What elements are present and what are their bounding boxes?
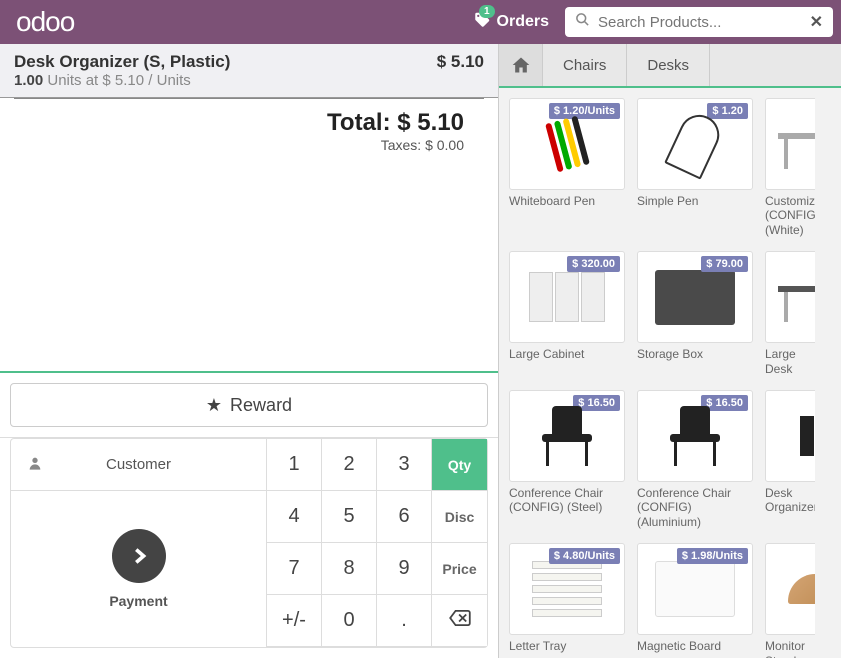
product-monitor-stand[interactable]: Monitor Stand [765,543,815,658]
category-desks[interactable]: Desks [627,44,710,86]
tax-value: $ 0.00 [425,137,464,153]
total-value: $ 5.10 [397,109,464,136]
numpad-4[interactable]: 4 [267,491,322,543]
numpad-9[interactable]: 9 [377,543,432,595]
numpad-disc[interactable]: Disc [432,491,487,543]
product-large-desk[interactable]: Large Desk [765,251,815,376]
customer-button[interactable]: Customer [11,439,266,491]
total-label: Total: [327,109,391,136]
orderline-product-name: Desk Organizer (S, Plastic) [14,52,230,72]
numpad-0[interactable]: 0 [322,595,377,647]
home-icon [511,55,531,75]
numpad-3[interactable]: 3 [377,439,432,491]
category-chairs[interactable]: Chairs [543,44,627,86]
reward-button[interactable]: ★ Reward [10,383,488,427]
search-input[interactable] [598,14,810,31]
backspace-icon [449,610,471,626]
numpad-6[interactable]: 6 [377,491,432,543]
product-whiteboard-pen[interactable]: $ 1.20/Units Whiteboard Pen [509,98,625,237]
numpad-7[interactable]: 7 [267,543,322,595]
order-line[interactable]: Desk Organizer (S, Plastic) 1.00 Units a… [0,44,498,97]
chevron-right-icon [112,529,166,583]
numpad-backspace[interactable] [432,595,487,647]
person-icon [27,455,43,475]
product-conf-chair-alu[interactable]: $ 16.50 Conference Chair (CONFIG) (Alumi… [637,390,753,529]
product-panel: Chairs Desks $ 1.20/Units Whiteboard Pen… [499,44,841,658]
order-panel: Desk Organizer (S, Plastic) 1.00 Units a… [0,44,499,658]
product-large-cabinet[interactable]: $ 320.00 Large Cabinet [509,251,625,376]
orders-label: Orders [497,13,549,31]
product-magnetic-board[interactable]: $ 1.98/Units Magnetic Board [637,543,753,658]
numpad-price[interactable]: Price [432,543,487,595]
category-home-button[interactable] [499,44,543,86]
product-simple-pen[interactable]: $ 1.20 Simple Pen [637,98,753,237]
tax-label: Taxes: [381,137,421,153]
tag-icon: 1 [473,11,491,34]
orderline-detail: 1.00 Units at $ 5.10 / Units [14,72,230,89]
top-bar: odoo 1 Orders ✕ [0,0,841,44]
orders-button[interactable]: 1 Orders [473,11,549,34]
payment-button[interactable]: Payment [11,491,266,647]
order-totals: Total: $ 5.10 Taxes: $ 0.00 [14,98,484,159]
product-customizable[interactable]: Customizable (CONFIG) (White) [765,98,815,237]
numpad-8[interactable]: 8 [322,543,377,595]
category-bar: Chairs Desks [499,44,841,88]
product-desk-organizer[interactable]: Desk Organizer [765,390,815,529]
product-storage-box[interactable]: $ 79.00 Storage Box [637,251,753,376]
numpad-5[interactable]: 5 [322,491,377,543]
star-icon: ★ [206,395,222,416]
product-conf-chair-steel[interactable]: $ 16.50 Conference Chair (CONFIG) (Steel… [509,390,625,529]
orders-badge: 1 [479,5,495,18]
search-box[interactable]: ✕ [565,7,833,37]
orderline-price: $ 5.10 [437,52,484,89]
product-letter-tray[interactable]: $ 4.80/Units Letter Tray [509,543,625,658]
clear-search-icon[interactable]: ✕ [810,12,823,32]
search-icon [575,12,590,32]
numpad-qty[interactable]: Qty [432,439,487,491]
numpad: 1 2 3 Qty 4 5 6 Disc 7 8 9 Price +/- 0 . [267,438,488,648]
numpad-decimal[interactable]: . [377,595,432,647]
numpad-sign[interactable]: +/- [267,595,322,647]
numpad-1[interactable]: 1 [267,439,322,491]
brand-logo: odoo [16,6,74,38]
numpad-2[interactable]: 2 [322,439,377,491]
